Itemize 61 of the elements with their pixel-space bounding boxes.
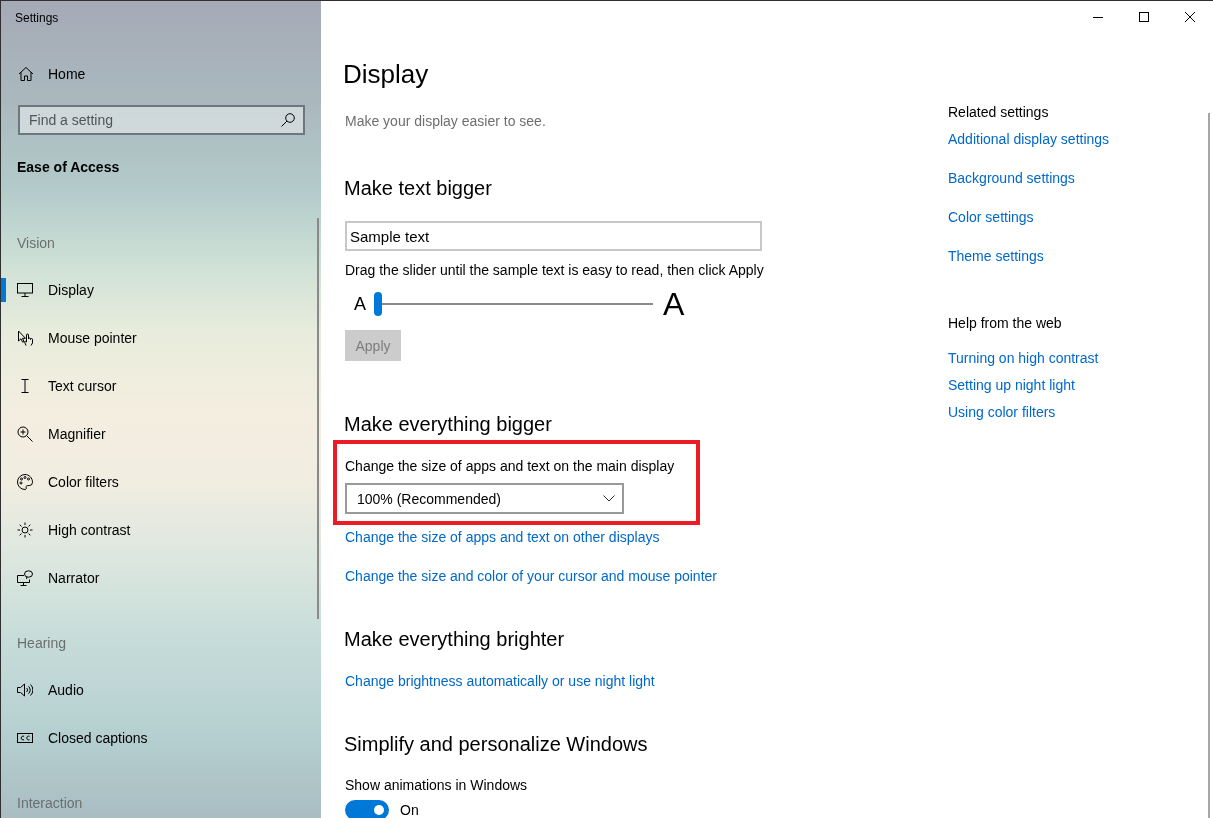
settings-link[interactable]: Change brightness automatically or use night light [345, 671, 655, 691]
closed-captions-icon [17, 730, 33, 746]
nav-item[interactable]: Mouse pointer [1, 314, 314, 362]
category-title: Ease of Access [17, 158, 120, 177]
sun-icon [17, 522, 33, 538]
group-heading: Interaction [17, 794, 83, 813]
help-link[interactable]: Turning on high contrast [948, 348, 1099, 368]
search-icon [281, 113, 295, 127]
nav-item[interactable]: Audio [1, 666, 314, 714]
nav-item[interactable]: Color filters [1, 458, 314, 506]
nav-item[interactable]: High contrast [1, 506, 314, 554]
settings-link[interactable]: Color settings [948, 207, 1034, 227]
settings-link[interactable]: Theme settings [948, 246, 1044, 266]
maximize-icon [1139, 12, 1149, 22]
scroll-bar[interactable] [1208, 113, 1210, 818]
magnifier-icon [17, 426, 33, 442]
settings-link[interactable]: Additional display settings [948, 129, 1110, 149]
group-heading: Vision [17, 234, 55, 253]
group-heading: Hearing [17, 634, 67, 653]
chevron-down-icon [603, 495, 615, 502]
pointer-hand-icon [17, 330, 33, 346]
window-title: Settings [15, 10, 59, 26]
instruction-text: Drag the slider until the sample text is easy to read, then click Apply [345, 261, 764, 280]
house-icon [18, 66, 34, 82]
page-subtitle: Make your display easier to see. [345, 112, 546, 131]
monitor-icon [17, 282, 33, 298]
nav-item[interactable]: Closed captions [1, 714, 314, 762]
slider-max-label: A [663, 288, 685, 320]
scale-dropdown[interactable]: 100% (Recommended) [345, 483, 624, 514]
slider-thumb[interactable] [374, 292, 382, 316]
toggle-state-label: On [400, 802, 419, 818]
monitor-speech-icon [17, 570, 33, 586]
nav-item[interactable]: Text cursor [1, 362, 314, 410]
section-heading: Make everything brighter [344, 627, 565, 652]
settings-link[interactable]: Change the size and color of your cursor and mouse pointer [345, 566, 717, 586]
help-link[interactable]: Setting up night light [948, 375, 1075, 395]
search-box[interactable]: Find a setting [18, 105, 305, 135]
scroll-bar[interactable] [317, 218, 319, 619]
search-input[interactable]: Find a setting [20, 107, 281, 133]
aside-heading: Help from the web [948, 314, 1062, 333]
setting-label: Show animations in Windows [345, 776, 528, 795]
minimize-icon [1093, 16, 1103, 18]
slider-min-label: A [354, 293, 366, 315]
speaker-icon [17, 682, 33, 698]
settings-link[interactable]: Change the size of apps and text on other displays [345, 527, 660, 547]
nav-item[interactable]: Narrator [1, 554, 314, 602]
help-link[interactable]: Using color filters [948, 402, 1056, 422]
aside-heading: Related settings [948, 103, 1049, 122]
setting-label: Change the size of apps and text on the main display [345, 457, 675, 476]
section-heading: Make everything bigger [344, 412, 552, 437]
close-icon [1185, 12, 1195, 22]
palette-icon [17, 474, 33, 490]
page-title: Display [343, 58, 429, 91]
home-nav-item[interactable]: Home [1, 50, 314, 98]
nav-item[interactable]: Magnifier [1, 410, 314, 458]
section-heading: Make text bigger [344, 176, 492, 201]
nav-item[interactable]: Display [1, 266, 314, 314]
section-heading: Simplify and personalize Windows [344, 732, 648, 757]
toggle-switch[interactable] [345, 800, 389, 818]
sample-text-field[interactable]: Sample text [345, 221, 762, 251]
settings-link[interactable]: Background settings [948, 168, 1075, 188]
